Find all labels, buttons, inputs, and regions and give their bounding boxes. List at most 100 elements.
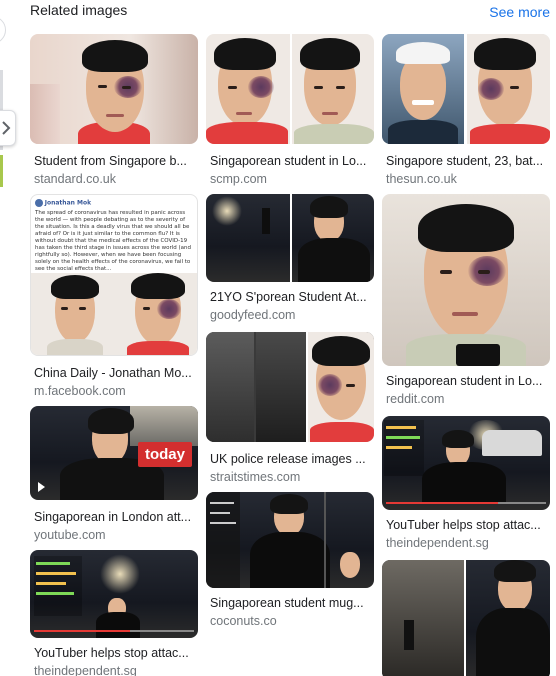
hair xyxy=(300,38,360,70)
result-caption[interactable]: Student from Singapore b... xyxy=(34,154,196,168)
shirt xyxy=(206,122,288,144)
result-caption[interactable]: Singaporean student mug... xyxy=(210,596,372,610)
result-source[interactable]: scmp.com xyxy=(210,172,372,186)
chevron-right-icon xyxy=(2,121,11,135)
chat-overlay xyxy=(206,492,240,588)
image-result[interactable]: Student from Singapore b... standard.co.… xyxy=(30,34,198,194)
hair xyxy=(270,494,308,514)
play-icon xyxy=(38,482,45,492)
hair xyxy=(82,40,148,72)
eye xyxy=(61,307,68,310)
shirt xyxy=(47,339,103,355)
shirt xyxy=(127,341,189,355)
result-thumbnail[interactable] xyxy=(382,560,550,676)
hair xyxy=(131,273,185,299)
image-divider xyxy=(290,194,292,282)
result-source[interactable]: theindependent.sg xyxy=(386,536,548,550)
eye xyxy=(79,307,86,310)
result-caption[interactable]: China Daily - Jonathan Mo... xyxy=(34,366,196,380)
jacket xyxy=(422,462,506,504)
image-result[interactable]: Singaporean student mug... coconuts.co xyxy=(206,492,374,632)
result-thumbnail[interactable] xyxy=(206,332,374,442)
result-thumbnail[interactable] xyxy=(30,550,198,638)
image-result[interactable]: Singaporean student in Lo... scmp.com xyxy=(206,34,374,194)
result-caption[interactable]: 21YO S'porean Student At... xyxy=(210,290,372,304)
result-thumbnail[interactable] xyxy=(382,34,550,144)
image-result[interactable]: 21YO S'porean Student At... goodyfeed.co… xyxy=(206,194,374,330)
result-caption[interactable]: UK police release images ... xyxy=(210,452,372,466)
smile xyxy=(412,100,434,105)
result-source[interactable]: theindependent.sg xyxy=(34,664,196,676)
result-thumbnail[interactable]: today xyxy=(30,406,198,500)
eye xyxy=(314,86,323,89)
hair xyxy=(51,275,99,299)
bruise xyxy=(248,76,274,98)
overlay-line xyxy=(210,522,236,524)
cctv-still xyxy=(206,332,254,442)
result-source[interactable]: coconuts.co xyxy=(210,614,372,628)
storefront xyxy=(130,406,198,446)
image-result[interactable]: UK police release images ... straitstime… xyxy=(206,332,374,488)
image-result[interactable] xyxy=(382,560,550,676)
result-source[interactable]: youtube.com xyxy=(34,528,196,542)
overlay-line xyxy=(210,512,230,514)
result-caption[interactable]: Singaporean student in Lo... xyxy=(210,154,372,168)
result-source[interactable]: goodyfeed.com xyxy=(210,308,372,322)
carousel-next-button[interactable] xyxy=(0,110,16,146)
chat-overlay xyxy=(34,556,82,616)
result-source[interactable]: reddit.com xyxy=(386,392,548,406)
image-divider xyxy=(290,34,292,144)
result-source[interactable]: standard.co.uk xyxy=(34,172,196,186)
cap xyxy=(396,42,450,64)
image-result[interactable]: Singapore student, 23, bat... thesun.co.… xyxy=(382,34,550,194)
hair xyxy=(312,336,370,366)
result-caption[interactable]: Singaporean in London att... xyxy=(34,510,196,524)
shirt xyxy=(294,124,374,144)
result-thumbnail[interactable] xyxy=(382,416,550,510)
bruise xyxy=(478,78,504,100)
jacket xyxy=(476,608,550,676)
video-progress-bar[interactable] xyxy=(34,630,194,632)
jacket xyxy=(250,532,330,588)
edge-fragment-circle xyxy=(0,16,6,44)
result-source[interactable]: m.facebook.com xyxy=(34,384,196,398)
image-result[interactable]: YouTuber helps stop attac... theindepend… xyxy=(382,416,550,556)
result-source[interactable]: straitstimes.com xyxy=(210,470,372,484)
image-result[interactable]: today Singaporean in London att... youtu… xyxy=(30,406,198,546)
image-result[interactable]: Singaporean student in Lo... reddit.com xyxy=(382,194,550,408)
result-thumbnail[interactable] xyxy=(206,492,374,588)
eye xyxy=(510,86,519,89)
see-more-link[interactable]: See more xyxy=(489,4,550,20)
hair xyxy=(88,408,134,434)
result-thumbnail[interactable] xyxy=(206,34,374,144)
result-caption[interactable]: Singaporean student in Lo... xyxy=(386,374,548,388)
video-progress-bar[interactable] xyxy=(386,502,546,504)
post-photo xyxy=(31,273,197,355)
hair xyxy=(474,38,536,70)
section-title: Related images xyxy=(30,2,128,18)
overlay-line xyxy=(36,592,74,595)
street-light xyxy=(100,554,140,594)
overlay-line xyxy=(386,446,412,449)
result-thumbnail[interactable] xyxy=(206,194,374,282)
eye xyxy=(336,86,345,89)
hair xyxy=(494,560,536,582)
mouth xyxy=(236,112,252,115)
result-thumbnail[interactable] xyxy=(30,34,198,144)
result-caption[interactable]: Singapore student, 23, bat... xyxy=(386,154,548,168)
result-caption[interactable]: YouTuber helps stop attac... xyxy=(386,518,548,532)
result-thumbnail[interactable] xyxy=(382,194,550,366)
bruise xyxy=(318,374,342,396)
result-thumbnail[interactable]: Jonathan Mok The spread of coronavirus h… xyxy=(30,194,198,356)
phone xyxy=(456,344,500,366)
overlay-line xyxy=(36,572,76,575)
pedestrian xyxy=(262,208,270,234)
result-source[interactable]: thesun.co.uk xyxy=(386,172,548,186)
shirt xyxy=(310,422,374,442)
result-caption[interactable]: YouTuber helps stop attac... xyxy=(34,646,196,660)
eye xyxy=(98,85,107,88)
image-result[interactable]: YouTuber helps stop attac... theindepend… xyxy=(30,550,198,676)
hair xyxy=(310,196,348,218)
image-result[interactable]: Jonathan Mok The spread of coronavirus h… xyxy=(30,194,198,404)
hair xyxy=(418,204,514,252)
